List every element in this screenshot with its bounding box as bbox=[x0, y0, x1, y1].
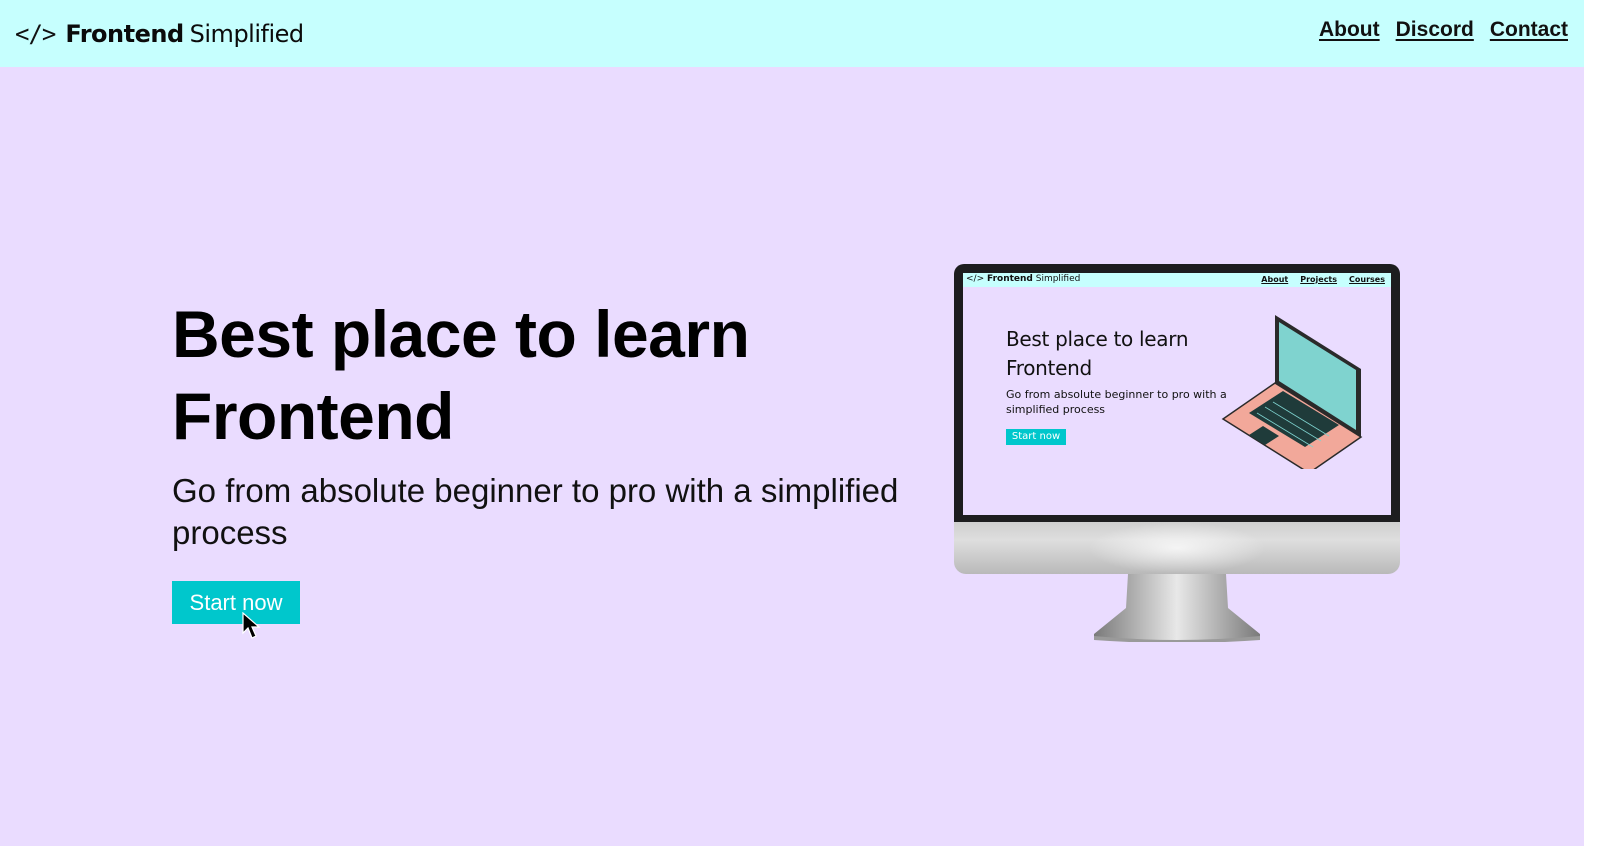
mini-nav-links: About Projects Courses bbox=[1261, 275, 1385, 284]
hero-title-line1: Best place to learn bbox=[172, 297, 750, 371]
mini-code-brackets-icon: </> bbox=[966, 274, 985, 284]
mini-hero-subtitle: Go from absolute beginner to pro with a … bbox=[1006, 388, 1227, 416]
hero-title-line2: Frontend bbox=[172, 379, 454, 453]
mini-logo-strong: Frontend bbox=[987, 274, 1033, 284]
nav-links: About Discord Contact bbox=[1319, 18, 1568, 42]
mini-title-line2: Frontend bbox=[1006, 356, 1092, 380]
monitor-screen: </> Frontend Simplified About Projects C… bbox=[963, 273, 1391, 515]
nav-link-about[interactable]: About bbox=[1319, 18, 1380, 42]
logo-text-strong: Frontend bbox=[65, 20, 184, 48]
page: </> Frontend Simplified About Discord Co… bbox=[0, 0, 1584, 846]
mini-logo-light: Simplified bbox=[1035, 274, 1081, 284]
laptop-icon bbox=[1221, 315, 1363, 469]
monitor-chin bbox=[954, 522, 1400, 574]
monitor-illustration: </> Frontend Simplified About Projects C… bbox=[954, 264, 1400, 644]
monitor-frame: </> Frontend Simplified About Projects C… bbox=[954, 264, 1400, 522]
navbar: </> Frontend Simplified About Discord Co… bbox=[0, 0, 1584, 67]
mini-link-courses: Courses bbox=[1349, 275, 1385, 284]
nav-link-discord[interactable]: Discord bbox=[1396, 18, 1474, 42]
mini-title-line1: Best place to learn bbox=[1006, 327, 1189, 351]
start-now-button[interactable]: Start now bbox=[172, 581, 300, 624]
mini-logo: </> Frontend Simplified bbox=[966, 274, 1080, 284]
code-brackets-icon: </> bbox=[15, 20, 56, 48]
mouse-pointer-icon bbox=[242, 612, 261, 639]
site-logo[interactable]: </> Frontend Simplified bbox=[15, 14, 304, 54]
hero-subtitle: Go from absolute beginner to pro with a … bbox=[172, 472, 899, 551]
logo-text-light: Simplified bbox=[189, 20, 304, 48]
mini-navbar: </> Frontend Simplified About Projects C… bbox=[963, 273, 1391, 287]
mini-link-projects: Projects bbox=[1300, 275, 1338, 284]
mini-start-button: Start now bbox=[1006, 429, 1066, 445]
monitor-stand bbox=[1094, 574, 1260, 642]
hero-title: Best place to learn Frontend bbox=[172, 293, 892, 457]
mini-hero-title: Best place to learn Frontend bbox=[1006, 325, 1226, 383]
mini-link-about: About bbox=[1261, 275, 1289, 284]
nav-link-contact[interactable]: Contact bbox=[1490, 18, 1568, 42]
